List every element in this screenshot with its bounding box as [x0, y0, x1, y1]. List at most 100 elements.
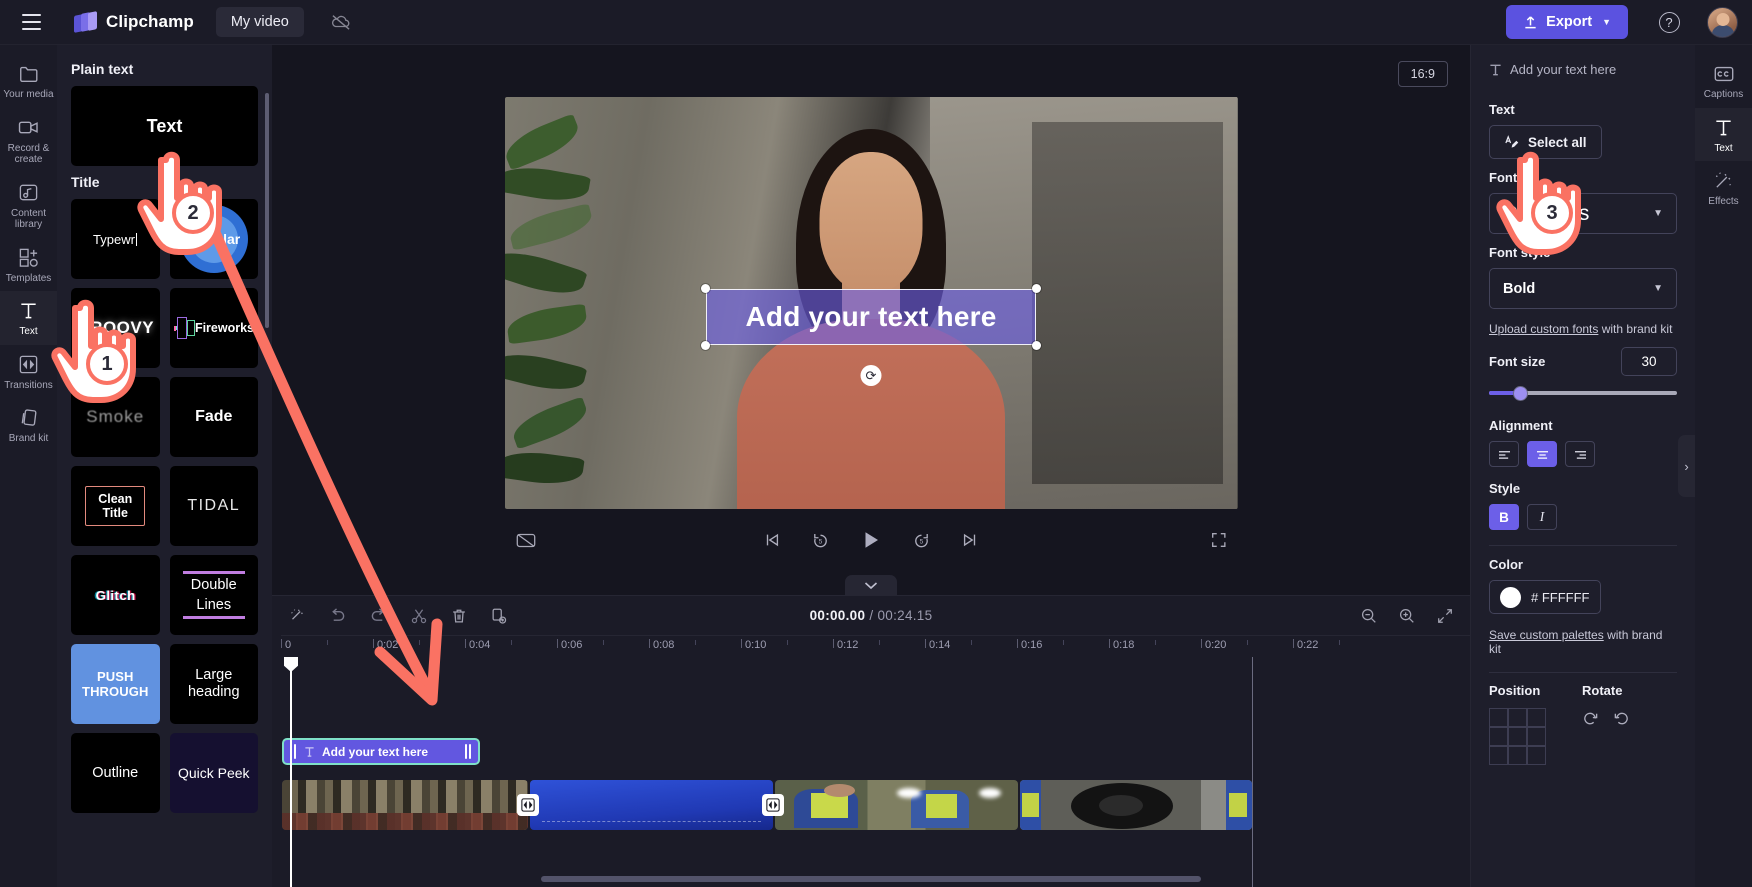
align-center-button[interactable]	[1527, 441, 1557, 467]
delete-icon[interactable]	[450, 607, 468, 625]
timeline-horizontal-scrollbar[interactable]	[541, 876, 1201, 882]
skip-to-end-button[interactable]	[961, 531, 979, 549]
template-label: Text	[146, 115, 183, 136]
position-grid[interactable]	[1489, 708, 1546, 765]
aspect-ratio-button[interactable]: 16:9	[1397, 61, 1448, 87]
rewind-5s-button[interactable]: 5	[811, 531, 830, 550]
library-scrollbar[interactable]	[265, 93, 269, 328]
timeline-video-clip-4[interactable]	[1020, 780, 1252, 830]
save-custom-palettes-link[interactable]: Save custom palettes	[1489, 628, 1604, 642]
video-canvas[interactable]: Add your text here ⟳	[504, 97, 1238, 509]
timeline-text-clip[interactable]: Add your text here	[282, 738, 480, 765]
position-cell-tc[interactable]	[1508, 708, 1527, 727]
align-right-button[interactable]	[1565, 441, 1595, 467]
color-picker[interactable]: # FFFFFF	[1489, 580, 1601, 614]
font-style-select[interactable]: Bold ▼	[1489, 268, 1677, 309]
skip-to-start-button[interactable]	[763, 531, 781, 549]
redo-icon[interactable]	[369, 607, 388, 624]
font-size-input[interactable]: 30	[1621, 347, 1677, 376]
sidebar-item-templates[interactable]: Templates	[0, 238, 57, 292]
bold-button[interactable]: B	[1489, 504, 1519, 530]
timeline-video-clip-3[interactable]	[775, 780, 1018, 830]
transition-button-1[interactable]	[517, 794, 539, 816]
timeline-video-clip-1[interactable]	[282, 780, 528, 830]
captions-off-icon[interactable]	[515, 532, 537, 549]
transition-button-2[interactable]	[762, 794, 784, 816]
ruler-label: 0:14	[929, 639, 951, 651]
position-cell-ml[interactable]	[1489, 727, 1508, 746]
ruler-label: 0:08	[653, 639, 675, 651]
menu-icon[interactable]	[14, 5, 48, 39]
timeline-collapse-button[interactable]	[845, 575, 897, 596]
tab-effects[interactable]: Effects	[1695, 161, 1752, 215]
rotate-counterclockwise-icon[interactable]	[1582, 710, 1599, 732]
template-label: Quick Peek	[177, 765, 250, 781]
svg-text:5: 5	[819, 538, 823, 545]
help-button[interactable]: ?	[1654, 7, 1684, 37]
cloud-offline-icon[interactable]	[328, 9, 354, 35]
font-size-slider[interactable]	[1489, 382, 1677, 404]
template-tidal[interactable]: TIDAL	[169, 466, 258, 546]
resize-handle-top-right[interactable]	[1032, 284, 1041, 294]
position-cell-bl[interactable]	[1489, 746, 1508, 765]
play-button[interactable]	[860, 529, 882, 551]
text-overlay[interactable]: Add your text here ⟳	[701, 284, 1041, 387]
fullscreen-icon[interactable]	[1210, 531, 1228, 549]
clip-trim-right-handle[interactable]	[465, 744, 472, 759]
position-cell-bc[interactable]	[1508, 746, 1527, 765]
undo-icon[interactable]	[328, 607, 347, 624]
resize-handle-bottom-right[interactable]	[1032, 341, 1041, 351]
fit-to-screen-icon[interactable]	[1436, 607, 1454, 625]
ruler-label: 0:10	[745, 639, 767, 651]
zoom-in-icon[interactable]	[1398, 607, 1416, 625]
avatar[interactable]	[1707, 6, 1738, 38]
bold-label: B	[1499, 509, 1509, 525]
svg-text:5: 5	[920, 538, 924, 545]
duplicate-icon[interactable]	[490, 607, 508, 625]
forward-5s-button[interactable]: 5	[912, 531, 931, 550]
position-cell-br[interactable]	[1527, 746, 1546, 765]
sidebar-item-your-media[interactable]: Your media	[0, 54, 57, 108]
position-cell-tl[interactable]	[1489, 708, 1508, 727]
rotate-clockwise-icon[interactable]	[1613, 710, 1630, 732]
template-glitch[interactable]: Glitch	[71, 555, 160, 635]
position-cell-mr[interactable]	[1527, 727, 1546, 746]
tab-label: Text	[1714, 142, 1733, 154]
tab-text[interactable]: Text	[1695, 107, 1752, 161]
export-button[interactable]: Export ▼	[1506, 5, 1628, 39]
resize-handle-top-left[interactable]	[701, 284, 710, 294]
template-clean-title[interactable]: Clean Title	[71, 466, 160, 546]
panel-collapse-toggle[interactable]: ›	[1678, 435, 1695, 497]
template-large-heading[interactable]: Large heading	[169, 644, 258, 724]
ruler-label: 0	[285, 639, 292, 651]
sidebar-item-content-library[interactable]: Content library	[0, 173, 57, 238]
brand: Clipchamp	[74, 10, 194, 33]
resize-handle-bottom-left[interactable]	[701, 341, 710, 351]
help-label: ?	[1658, 11, 1680, 33]
tab-captions[interactable]: Captions	[1695, 54, 1752, 108]
template-outline[interactable]: Outline	[71, 733, 160, 813]
top-bar: Clipchamp My video Export ▼ ?	[0, 0, 1752, 45]
magic-wand-icon[interactable]	[288, 607, 306, 625]
template-double-lines[interactable]: Double Lines	[169, 555, 258, 635]
position-cell-mc[interactable]	[1508, 727, 1527, 746]
timeline-ruler[interactable]: 0 0:02 0:04 0:06 0:08 0:10 0:12 0:14 0:1…	[281, 635, 1470, 657]
template-push-through[interactable]: PUSH THROUGH	[71, 644, 160, 724]
split-icon[interactable]	[410, 607, 428, 625]
step-badge-3: 3	[1531, 192, 1573, 234]
sidebar-item-record-create[interactable]: Record & create	[0, 108, 57, 173]
rotate-handle-icon[interactable]: ⟳	[860, 365, 882, 387]
template-quick-peek[interactable]: Quick Peek	[169, 733, 258, 813]
template-fireworks[interactable]: Fireworks	[169, 288, 258, 368]
project-name-input[interactable]: My video	[215, 7, 304, 37]
timeline-playhead[interactable]	[284, 657, 298, 887]
sidebar-label: Your media	[3, 89, 54, 100]
align-left-button[interactable]	[1489, 441, 1519, 467]
template-fade[interactable]: Fade	[169, 377, 258, 457]
position-cell-tr[interactable]	[1527, 708, 1546, 727]
zoom-out-icon[interactable]	[1360, 607, 1378, 625]
template-label: Double Lines	[182, 570, 245, 620]
italic-button[interactable]: I	[1527, 504, 1557, 530]
upload-custom-fonts-link[interactable]: Upload custom fonts	[1489, 322, 1598, 336]
timeline-video-clip-2[interactable]	[530, 780, 773, 830]
